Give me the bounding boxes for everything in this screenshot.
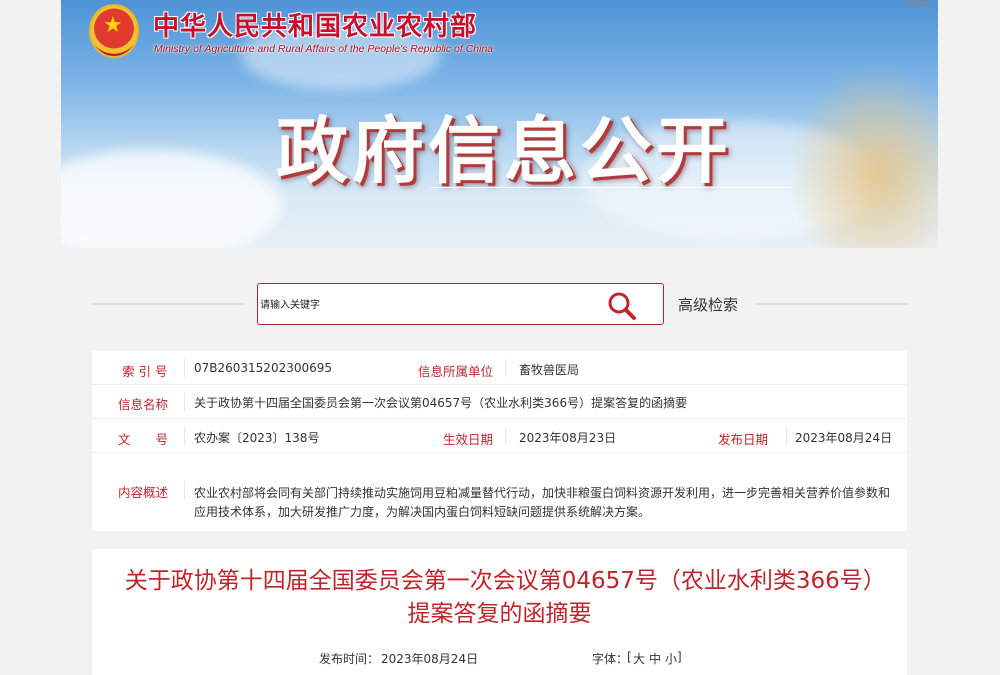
search-input[interactable] xyxy=(260,296,560,314)
cloud-decoration xyxy=(61,150,281,248)
ministry-name-cn[interactable]: 中华人民共和国农业农村部 xyxy=(153,6,477,43)
meta-row-index: 索 引 号 07B260315202300695 信息所属单位 畜牧兽医局 xyxy=(92,351,907,385)
meta-row-name: 信息名称 关于政协第十四届全国委员会第一次会议第04657号（农业水利类366号… xyxy=(92,385,907,419)
divider xyxy=(505,427,506,445)
divider xyxy=(184,359,185,377)
publish-time-value: 2023年08月24日 xyxy=(381,652,479,666)
publish-time-label: 发布时间： xyxy=(319,652,380,666)
summary-label: 内容概述 xyxy=(118,485,169,500)
banner-title: 政府信息公开 xyxy=(276,108,733,193)
divider xyxy=(184,393,185,411)
doc-number-label: 文 号 xyxy=(118,432,169,447)
wheat-decoration xyxy=(788,60,938,248)
accessibility-link[interactable]: 无障碍 xyxy=(903,0,930,10)
ministry-name-en[interactable]: Ministry of Agriculture and Rural Affair… xyxy=(154,43,493,55)
meta-row-summary: 内容概述 农业农村部将会同有关部门持续推动实施饲用豆粕减量替代行动，加快非粮蛋白… xyxy=(92,453,907,531)
unit-value: 畜牧兽医局 xyxy=(519,363,580,377)
national-emblem-icon[interactable]: ★ xyxy=(89,4,139,58)
meta-row-doc: 文 号 农办案〔2023〕138号 生效日期 2023年08月23日 发布日期 … xyxy=(92,419,907,453)
publish-date-value: 2023年08月24日 xyxy=(795,431,893,445)
search-bar: 高级检索 xyxy=(92,283,907,325)
index-value: 07B260315202300695 xyxy=(194,361,333,375)
font-size-bracket-open: [ xyxy=(627,650,632,664)
summary-value: 农业农村部将会同有关部门持续推动实施饲用豆粕减量替代行动，加快非粮蛋白饲料资源开… xyxy=(194,486,891,519)
article-title: 关于政协第十四届全国委员会第一次会议第04657号（农业水利类366号）提案答复… xyxy=(124,568,875,627)
divider xyxy=(505,359,506,377)
advanced-search-link[interactable]: 高级检索 xyxy=(678,294,738,315)
effective-date-label: 生效日期 xyxy=(443,432,494,447)
name-value: 关于政协第十四届全国委员会第一次会议第04657号（农业水利类366号）提案答复… xyxy=(194,396,688,410)
divider xyxy=(92,303,244,305)
search-button[interactable] xyxy=(607,291,637,321)
font-size-medium-button[interactable]: 中 xyxy=(649,650,661,667)
index-label: 索 引 号 xyxy=(122,364,168,379)
doc-number-value: 农办案〔2023〕138号 xyxy=(194,431,320,445)
article-section: 关于政协第十四届全国委员会第一次会议第04657号（农业水利类366号）提案答复… xyxy=(92,549,907,675)
unit-label: 信息所属单位 xyxy=(418,364,494,379)
info-metadata-table: 索 引 号 07B260315202300695 信息所属单位 畜牧兽医局 信息… xyxy=(92,351,907,531)
divider xyxy=(786,427,787,445)
divider xyxy=(184,427,185,445)
divider xyxy=(757,303,907,305)
font-size-bracket-close: ] xyxy=(677,650,682,664)
font-size-label: 字体： xyxy=(592,652,629,666)
search-box xyxy=(257,283,664,325)
name-label: 信息名称 xyxy=(118,397,169,412)
header-banner: ★ 中华人民共和国农业农村部 Ministry of Agriculture a… xyxy=(61,0,938,248)
effective-date-value: 2023年08月23日 xyxy=(519,431,617,445)
divider xyxy=(184,481,185,499)
banner-title-underline xyxy=(431,187,791,188)
font-size-small-button[interactable]: 小 xyxy=(665,650,677,667)
font-size-large-button[interactable]: 大 xyxy=(633,650,645,667)
search-icon xyxy=(608,292,636,320)
publish-date-label: 发布日期 xyxy=(718,432,769,447)
